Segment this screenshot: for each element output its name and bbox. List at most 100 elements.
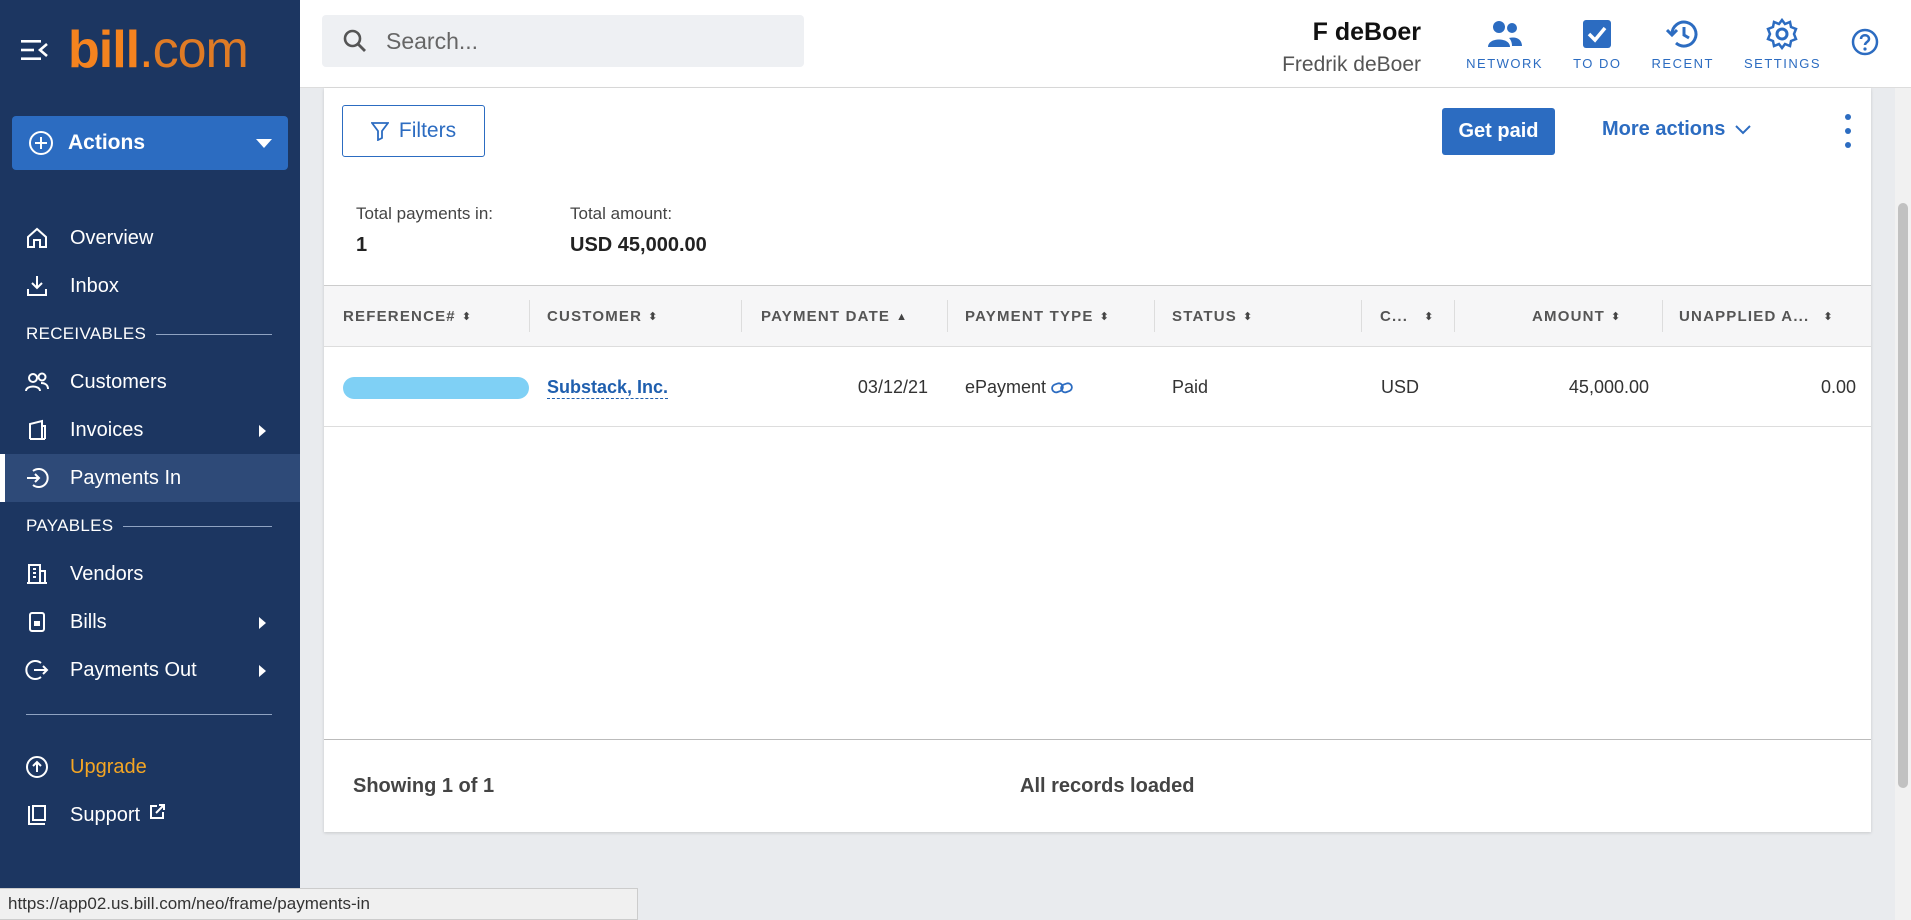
sidebar-item-label: Vendors [70, 562, 144, 585]
column-header-unapplied-amount[interactable]: UNAPPLIED A... ⬍ [1679, 286, 1834, 347]
sidebar-item-label: Support [70, 803, 141, 826]
help-icon [1851, 28, 1879, 56]
help-button[interactable] [1851, 18, 1879, 71]
org-name: Fredrik deBoer [1282, 53, 1421, 76]
column-header-customer[interactable]: CUSTOMER ⬍ [547, 286, 659, 347]
get-paid-button[interactable]: Get paid [1442, 108, 1555, 155]
todo-button[interactable]: TO DO [1573, 18, 1621, 71]
sidebar-item-label: Bills [70, 610, 107, 633]
sidebar-item-label: Payments Out [70, 658, 197, 681]
home-icon [24, 225, 50, 251]
column-header-payment-type[interactable]: PAYMENT TYPE ⬍ [965, 286, 1110, 347]
user-info[interactable]: F deBoer Fredrik deBoer [1282, 18, 1421, 77]
reference-cell [343, 348, 529, 427]
settings-label: SETTINGS [1743, 56, 1821, 71]
recent-label: RECENT [1651, 56, 1714, 71]
sidebar-item-bills[interactable]: Bills [0, 598, 300, 646]
gear-icon [1766, 18, 1799, 50]
page-scrollbar[interactable] [1895, 88, 1911, 920]
sidebar-item-customers[interactable]: Customers [0, 358, 300, 406]
external-link-icon [148, 803, 166, 827]
column-header-currency[interactable]: C... ⬍ [1380, 286, 1435, 347]
sidebar-item-support[interactable]: Support [0, 791, 300, 839]
sort-icon: ⬍ [1611, 311, 1622, 323]
arrow-up-circle-icon [24, 754, 50, 780]
payments-in-card: Filters Get paid More actions Total paym… [324, 88, 1871, 832]
column-label: UNAPPLIED A... [1679, 308, 1810, 325]
sort-icon: ⬍ [461, 311, 473, 323]
link-icon[interactable] [1050, 380, 1074, 396]
column-divider[interactable] [1361, 300, 1362, 332]
filters-button[interactable]: Filters [342, 105, 485, 157]
settings-button[interactable]: SETTINGS [1744, 18, 1821, 71]
section-label: PAYABLES [26, 516, 114, 535]
user-name: F deBoer [1312, 18, 1421, 46]
column-divider[interactable] [1154, 300, 1155, 332]
column-label: REFERENCE# [343, 308, 456, 325]
sidebar: bill.com Actions Overview Inbox RECEIVAB… [0, 0, 300, 920]
sidebar-item-inbox[interactable]: Inbox [0, 262, 300, 310]
top-bar: F deBoer Fredrik deBoer NETWORK TO DO RE… [300, 0, 1911, 88]
sidebar-item-vendors[interactable]: Vendors [0, 550, 300, 598]
network-icon [1487, 21, 1522, 47]
column-header-reference[interactable]: REFERENCE# ⬍ [343, 286, 472, 347]
column-divider[interactable] [1454, 300, 1455, 332]
total-payments-summary: Total payments in: 1 [356, 204, 493, 257]
sidebar-item-label: Payments In [70, 466, 182, 489]
column-divider[interactable] [529, 300, 530, 332]
search-box[interactable] [322, 15, 804, 67]
currency-cell: USD [1381, 377, 1420, 397]
actions-dropdown-button[interactable]: Actions [12, 116, 288, 170]
customer-link[interactable]: Substack, Inc. [547, 377, 669, 399]
chevron-down-icon [1735, 124, 1752, 134]
sidebar-header: bill.com [0, 0, 300, 100]
table-header: REFERENCE# ⬍ CUSTOMER ⬍ PAYMENT DATE ▲ PAYM… [324, 286, 1871, 347]
more-actions-label: More actions [1602, 118, 1726, 140]
status-cell: Paid [1172, 377, 1209, 397]
browser-status-url: https://app02.us.bill.com/neo/frame/paym… [0, 888, 638, 920]
building-icon [24, 561, 50, 587]
chevron-right-icon [259, 665, 266, 677]
payment-type-cell: ePayment [965, 348, 1074, 427]
collapse-menu-icon[interactable] [20, 35, 50, 65]
sidebar-item-overview[interactable]: Overview [0, 214, 300, 262]
bill-logo[interactable]: bill.com [68, 24, 249, 76]
sidebar-item-upgrade[interactable]: Upgrade [0, 743, 300, 791]
recent-button[interactable]: RECENT [1652, 18, 1714, 71]
total-amount-value: USD 45,000.00 [570, 234, 707, 256]
section-receivables: RECEIVABLES [0, 310, 300, 358]
filters-label: Filters [398, 119, 457, 142]
download-icon [24, 273, 50, 299]
column-divider[interactable] [947, 300, 948, 332]
redacted-reference [343, 376, 529, 399]
sidebar-item-invoices[interactable]: Invoices [0, 406, 300, 454]
column-header-status[interactable]: STATUS ⬍ [1172, 286, 1253, 347]
actions-label: Actions [68, 131, 146, 154]
table-row[interactable]: Substack, Inc. 03/12/21 ePayment Paid US… [324, 348, 1871, 427]
sidebar-item-payments-out[interactable]: Payments Out [0, 646, 300, 694]
kebab-menu-icon[interactable] [1838, 114, 1858, 148]
network-button[interactable]: NETWORK [1466, 18, 1543, 71]
total-amount-label: Total amount: [570, 204, 673, 223]
invoice-icon [24, 417, 50, 443]
column-divider[interactable] [1662, 300, 1663, 332]
todo-label: TO DO [1573, 56, 1622, 71]
section-payables: PAYABLES [0, 502, 300, 550]
column-header-amount[interactable]: AMOUNT ⬍ [1532, 286, 1621, 347]
scrollbar-thumb[interactable] [1898, 203, 1908, 788]
funnel-icon [370, 122, 389, 141]
network-label: NETWORK [1466, 56, 1544, 71]
total-amount-summary: Total amount: USD 45,000.00 [570, 204, 707, 257]
sort-icon: ⬍ [1823, 311, 1834, 323]
search-input[interactable] [386, 27, 786, 55]
sidebar-divider [26, 714, 272, 715]
more-actions-button[interactable]: More actions [1602, 118, 1752, 141]
sidebar-item-payments-in[interactable]: Payments In [0, 454, 300, 502]
sort-icon: ⬍ [1424, 311, 1435, 323]
table-footer: Showing 1 of 1 All records loaded [324, 740, 1871, 832]
section-label: RECEIVABLES [26, 324, 147, 343]
column-header-payment-date[interactable]: PAYMENT DATE ▲ [761, 286, 908, 347]
sidebar-item-label: Customers [70, 370, 167, 393]
customer-cell: Substack, Inc. [547, 348, 669, 427]
column-divider[interactable] [741, 300, 742, 332]
